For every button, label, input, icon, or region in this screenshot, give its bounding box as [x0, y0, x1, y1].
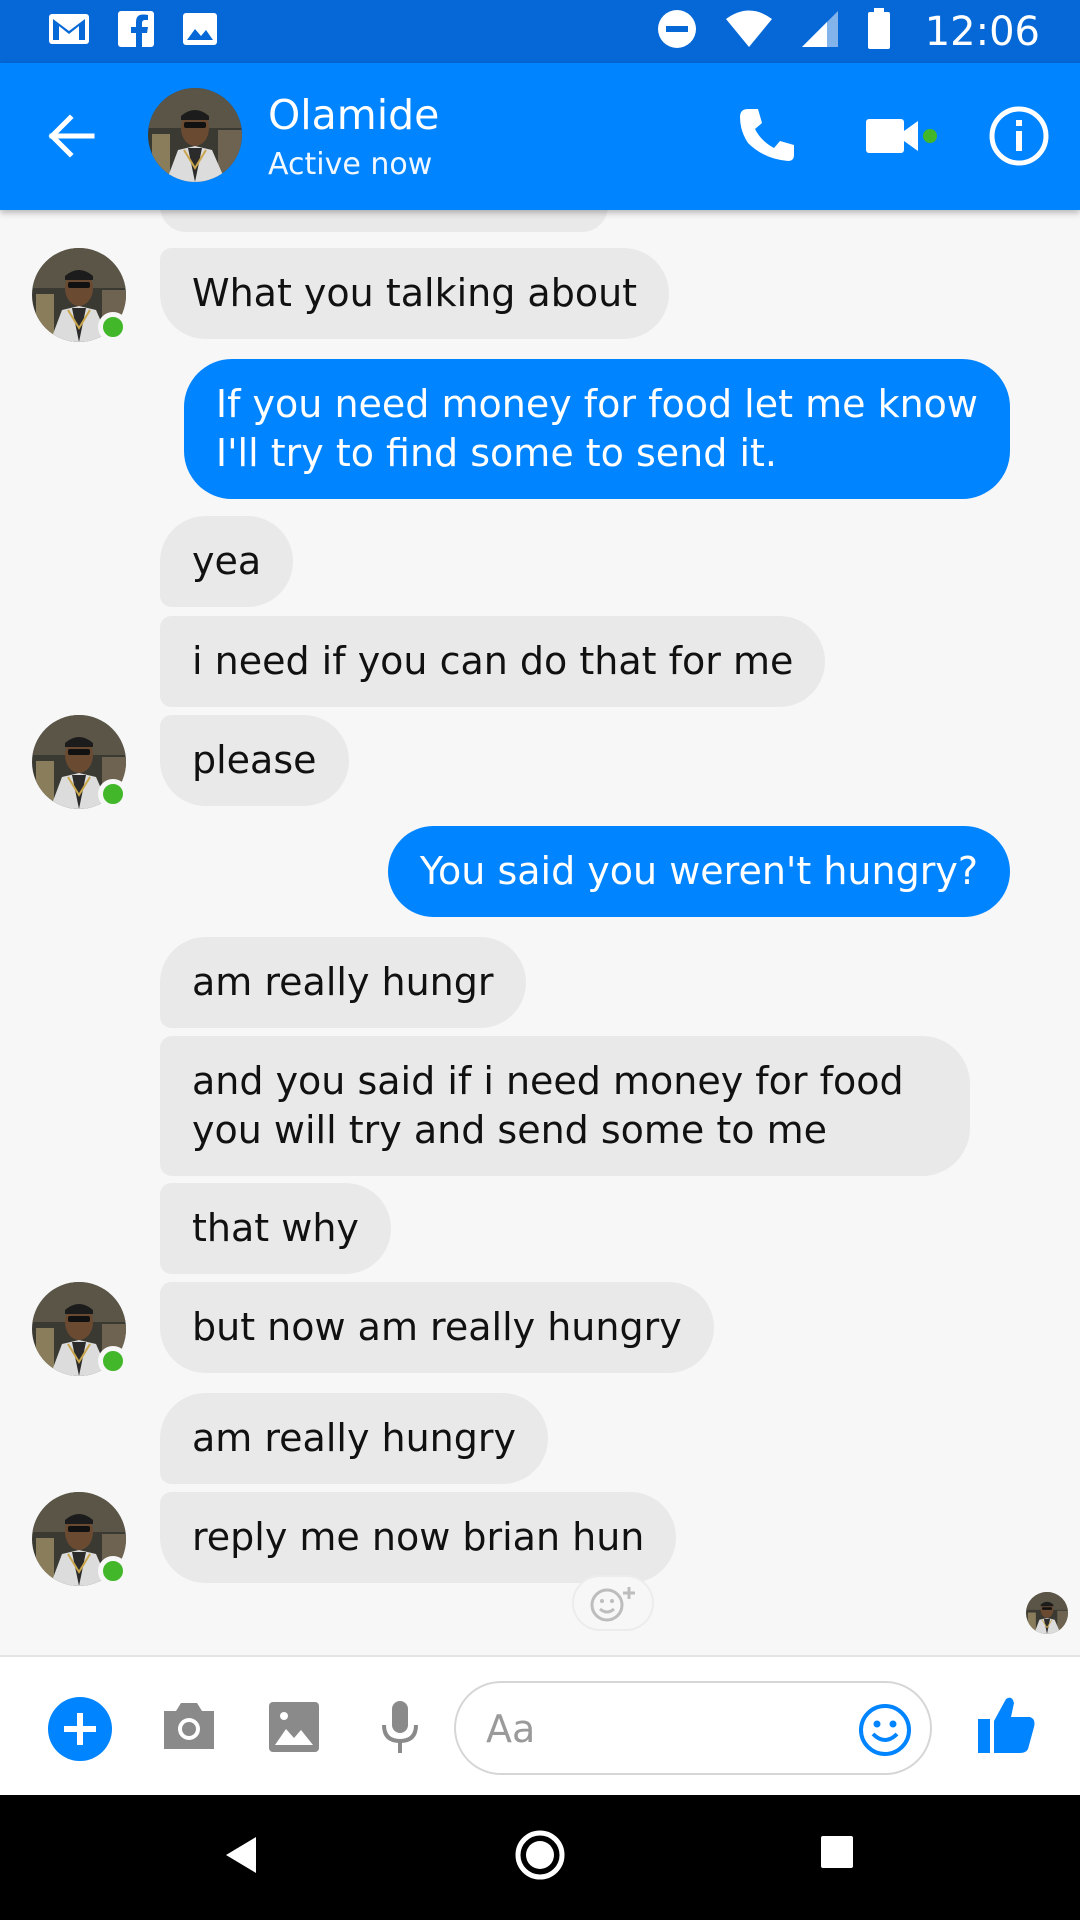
message-bubble-incoming[interactable]: and you said if i need money for food yo… — [160, 1036, 970, 1176]
contact-name[interactable]: Olamide — [268, 91, 439, 139]
emoji-icon[interactable] — [858, 1703, 912, 1757]
message-bubble-incoming[interactable]: that why — [160, 1183, 391, 1274]
message-bubble-partial — [160, 210, 608, 232]
status-time: 12:06 — [924, 8, 1040, 55]
video-camera-icon[interactable] — [860, 107, 950, 167]
message-line: you will try and send some to me — [192, 1108, 827, 1152]
message-list[interactable]: What you talking about If you need money… — [0, 210, 1080, 1655]
signal-icon — [801, 10, 839, 53]
message-bubble-incoming[interactable]: but now am really hungry — [160, 1282, 714, 1373]
online-indicator — [98, 1346, 128, 1376]
message-input-field[interactable] — [454, 1681, 932, 1775]
info-icon[interactable] — [986, 103, 1052, 169]
sender-avatar[interactable] — [32, 1492, 128, 1586]
message-line: If you need money for food let me know — [215, 382, 978, 426]
back-triangle-icon[interactable] — [224, 1835, 258, 1880]
message-bubble-incoming[interactable]: please — [160, 715, 349, 806]
message-bubble-incoming[interactable]: am really hungry — [160, 1393, 549, 1484]
message-bubble-incoming[interactable]: am really hungr — [160, 937, 526, 1028]
message-bubble-incoming[interactable]: What you talking about — [160, 248, 670, 339]
message-input[interactable] — [486, 1701, 816, 1757]
contact-avatar[interactable] — [148, 88, 242, 182]
message-composer — [0, 1655, 1080, 1795]
message-line: and you said if i need money for food — [192, 1059, 904, 1103]
image-notification-icon — [182, 12, 218, 51]
camera-icon[interactable] — [160, 1699, 218, 1758]
battery-icon — [867, 8, 891, 55]
message-bubble-incoming[interactable]: reply me now brian hun — [160, 1492, 677, 1583]
sender-avatar[interactable] — [32, 715, 128, 809]
facebook-icon — [118, 11, 154, 52]
message-line: I'll try to find some to send it. — [215, 431, 778, 475]
recents-square-icon[interactable] — [820, 1835, 854, 1874]
do-not-disturb-icon — [657, 9, 697, 54]
message-bubble-incoming[interactable]: yea — [160, 516, 294, 607]
active-status: Active now — [268, 147, 433, 182]
message-bubble-incoming[interactable]: i need if you can do that for me — [160, 616, 826, 707]
thumbs-up-icon[interactable] — [976, 1693, 1036, 1762]
conversation-header: Olamide Active now — [0, 63, 1080, 210]
system-navigation-bar — [0, 1795, 1080, 1920]
add-reaction-icon[interactable] — [572, 1575, 654, 1631]
phone-icon[interactable] — [734, 103, 800, 169]
message-bubble-outgoing[interactable]: You said you weren't hungry? — [387, 826, 1010, 917]
sender-avatar[interactable] — [32, 248, 128, 342]
gmail-icon — [48, 13, 90, 50]
status-bar: 12:06 — [0, 0, 1080, 63]
microphone-icon[interactable] — [378, 1699, 422, 1762]
sender-avatar[interactable] — [32, 1282, 128, 1376]
back-arrow-icon[interactable] — [44, 106, 104, 166]
message-bubble-outgoing[interactable]: If you need money for food let me know I… — [183, 359, 1010, 499]
online-indicator — [98, 312, 128, 342]
home-circle-icon[interactable] — [514, 1829, 566, 1886]
online-indicator — [98, 779, 128, 809]
wifi-icon — [725, 10, 773, 53]
gallery-icon[interactable] — [268, 1701, 320, 1758]
plus-icon[interactable] — [48, 1697, 112, 1761]
online-indicator — [98, 1556, 128, 1586]
seen-indicator-avatar — [1026, 1592, 1068, 1634]
